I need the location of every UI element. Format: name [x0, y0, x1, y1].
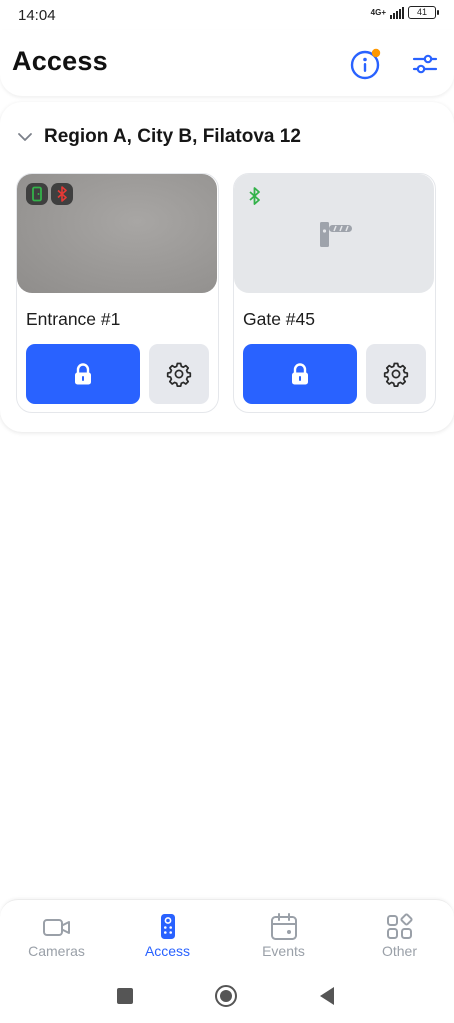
device-name: Gate #45	[243, 309, 315, 329]
recents-button[interactable]	[112, 983, 138, 1009]
square-icon	[117, 988, 133, 1004]
info-icon	[350, 48, 381, 80]
circle-icon	[215, 985, 237, 1007]
signal-icon	[390, 6, 404, 19]
status-time: 14:04	[18, 7, 56, 24]
bluetooth-on-icon	[249, 187, 260, 205]
triangle-back-icon	[320, 987, 334, 1005]
nav-label: Other	[381, 943, 417, 959]
chevron-down-icon	[18, 133, 32, 141]
device-preview[interactable]	[234, 174, 434, 293]
nav-label: Cameras	[28, 943, 85, 959]
door-icon	[26, 183, 48, 205]
app-header: Access	[0, 30, 454, 96]
nav-events[interactable]: Events	[227, 900, 340, 970]
remote-icon	[160, 914, 175, 939]
settings-button[interactable]	[149, 344, 209, 404]
bluetooth-off-icon	[51, 183, 73, 205]
nav-label: Events	[262, 943, 305, 959]
nav-cameras[interactable]: Cameras	[0, 900, 113, 970]
battery-icon: 41	[408, 6, 439, 19]
camera-icon	[42, 919, 70, 936]
group-title: Region A, City B, Filatova 12	[44, 126, 301, 147]
network-type: 4G+	[370, 7, 386, 17]
back-button[interactable]	[314, 983, 340, 1009]
address-group-card: Region A, City B, Filatova 12 Entrance #…	[0, 102, 454, 432]
home-button[interactable]	[213, 983, 239, 1009]
device-card: Entrance #1	[16, 173, 219, 413]
nav-label: Access	[144, 943, 191, 959]
status-badges	[26, 183, 73, 205]
bottom-nav: Cameras Access Events Other	[0, 899, 454, 969]
unlock-button[interactable]	[243, 344, 357, 404]
lock-icon	[75, 363, 91, 385]
nav-other[interactable]: Other	[343, 900, 454, 970]
system-nav-bar	[0, 969, 454, 1023]
device-name: Entrance #1	[26, 309, 121, 329]
settings-button[interactable]	[366, 344, 426, 404]
info-button[interactable]	[349, 48, 381, 80]
status-bar: 14:04 4G+ 41	[0, 0, 454, 30]
grid-icon	[386, 913, 413, 939]
page-title: Access	[12, 46, 108, 76]
nav-access[interactable]: Access	[111, 900, 224, 970]
device-card: Gate #45	[233, 173, 436, 413]
notification-dot	[371, 48, 381, 58]
group-header[interactable]: Region A, City B, Filatova 12	[16, 126, 301, 148]
status-indicators: 4G+ 41	[370, 6, 439, 19]
barrier-icon	[320, 222, 352, 247]
lock-icon	[292, 363, 308, 385]
unlock-button[interactable]	[26, 344, 140, 404]
gear-icon	[166, 362, 192, 387]
camera-preview[interactable]	[17, 174, 217, 293]
filter-button[interactable]	[411, 50, 439, 78]
calendar-icon	[270, 913, 297, 940]
sliders-icon	[412, 54, 438, 74]
gear-icon	[383, 362, 409, 387]
